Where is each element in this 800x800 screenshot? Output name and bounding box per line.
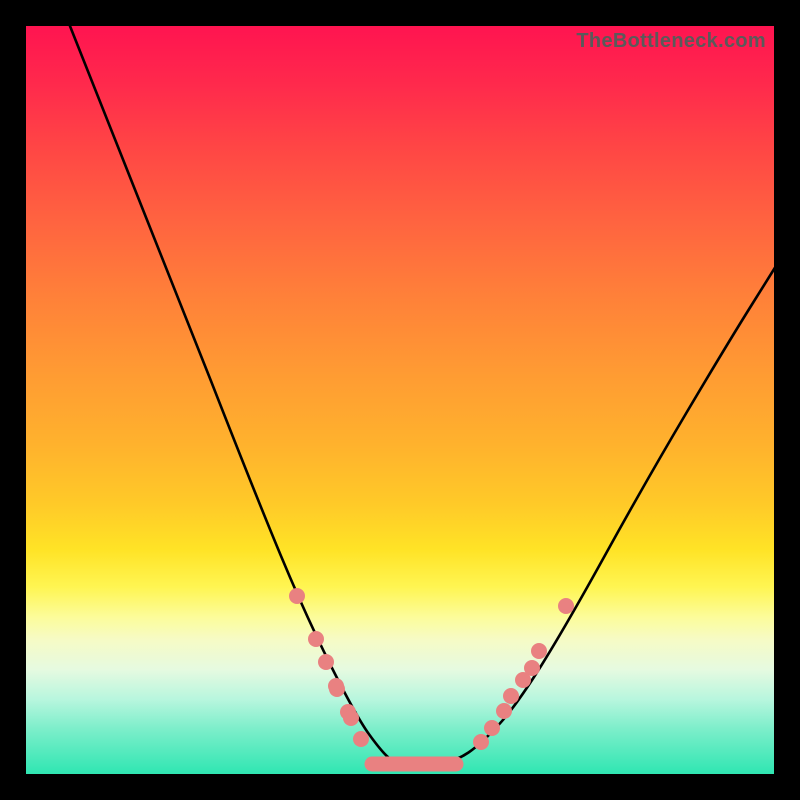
- data-dot: [318, 654, 334, 670]
- data-dot: [289, 588, 305, 604]
- data-dot: [531, 643, 547, 659]
- data-dot: [503, 688, 519, 704]
- data-dot: [558, 598, 574, 614]
- curve-line: [66, 16, 776, 765]
- chart-plot-area: TheBottleneck.com: [26, 26, 774, 774]
- data-dot: [473, 734, 489, 750]
- data-dot: [308, 631, 324, 647]
- data-dot: [484, 720, 500, 736]
- watermark-text: TheBottleneck.com: [576, 30, 766, 53]
- data-dot: [496, 703, 512, 719]
- data-dot: [515, 672, 531, 688]
- chart-svg: [26, 26, 774, 774]
- data-dot: [343, 710, 359, 726]
- data-dot: [353, 731, 369, 747]
- data-dot: [328, 678, 344, 694]
